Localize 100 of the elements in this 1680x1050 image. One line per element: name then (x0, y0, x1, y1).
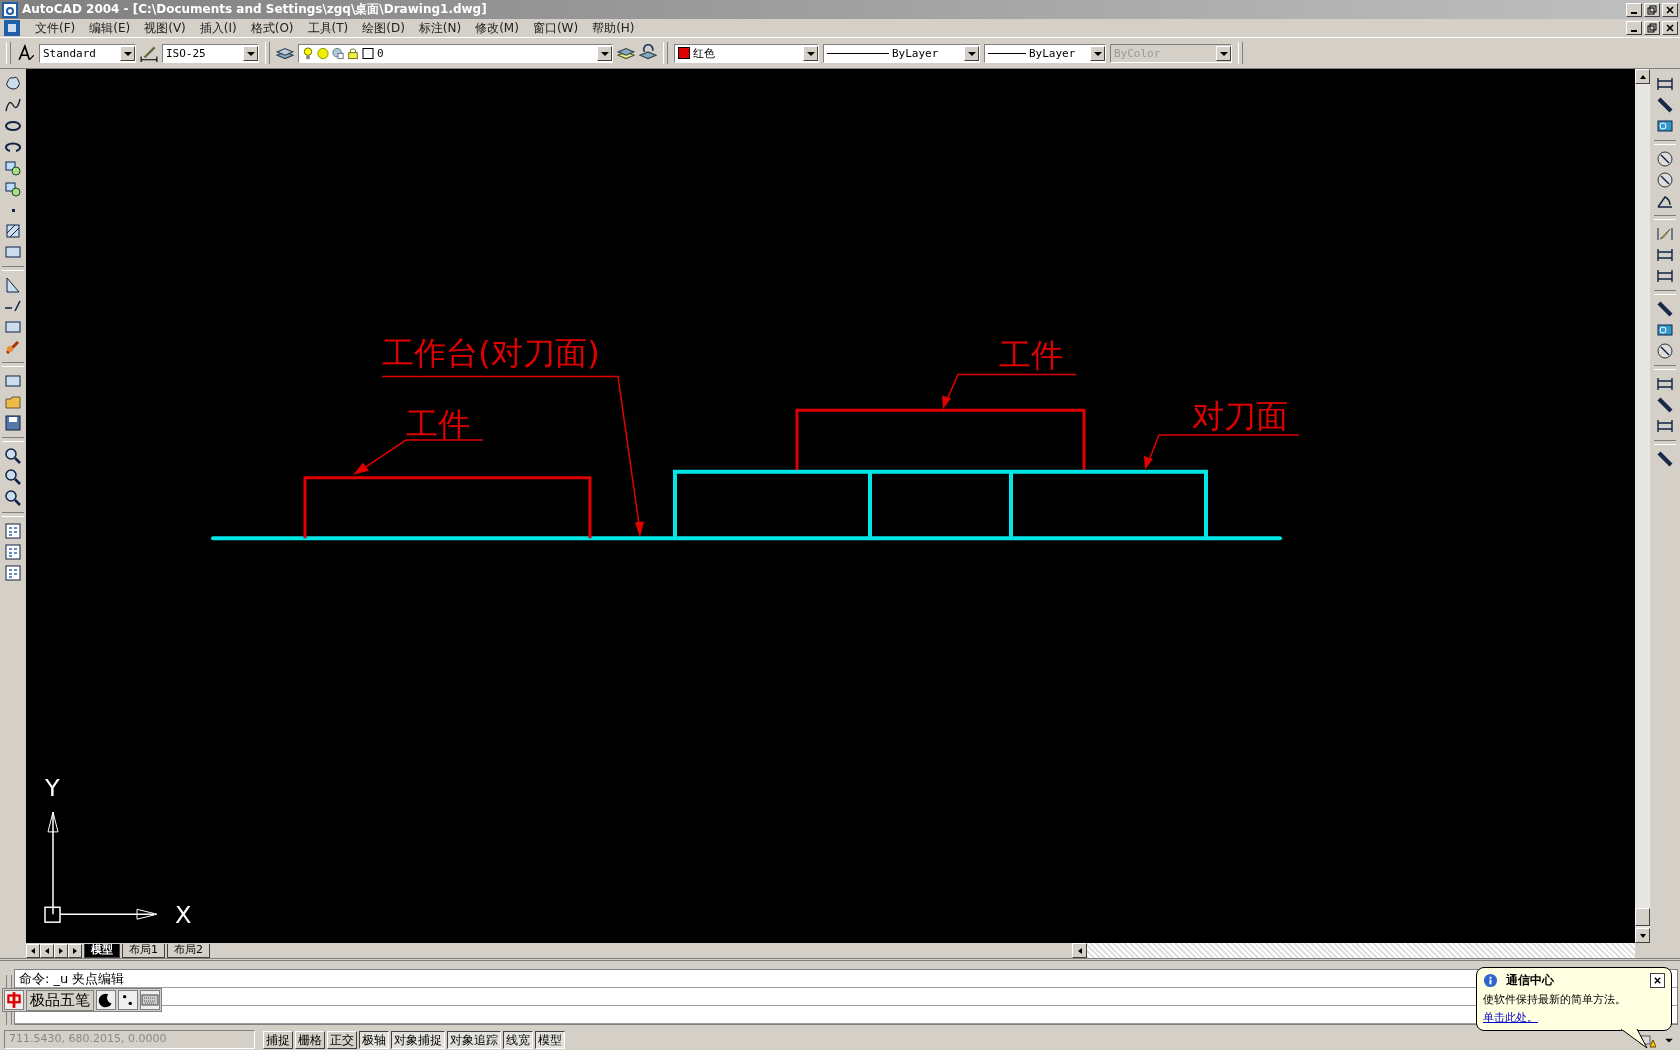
scroll-thumb[interactable] (1635, 908, 1650, 926)
minimize-icon (1631, 11, 1637, 14)
document-icon[interactable] (4, 20, 20, 36)
scroll-down-icon (1638, 931, 1647, 940)
restore-button[interactable] (1644, 2, 1660, 17)
axis-label: Y (45, 774, 60, 803)
dropdown-arrow-button[interactable] (597, 45, 612, 61)
linetype-dropdown[interactable]: ByLayer (823, 43, 980, 63)
status-toggle-button[interactable]: 极轴 (359, 1030, 389, 1049)
baseline-dimension-icon[interactable] (1656, 246, 1674, 264)
drawing-label: 工作台(对刀面) (382, 333, 600, 372)
status-toggle-button[interactable]: 模型 (535, 1030, 565, 1049)
close-icon (1665, 23, 1675, 33)
minimize-button[interactable] (1626, 2, 1642, 17)
tab-scroll-button[interactable] (26, 943, 40, 958)
menu-item[interactable]: 文件(F) (28, 19, 83, 37)
lineweight-dropdown[interactable]: ByLayer (984, 43, 1106, 63)
design-center-icon[interactable] (4, 543, 22, 561)
tab-scroll-button[interactable] (40, 943, 54, 958)
ucs-axes-icon (44, 811, 158, 923)
info-icon (1483, 973, 1498, 988)
layer-color-swatch-icon (362, 46, 374, 60)
restore-button[interactable] (1644, 21, 1660, 35)
notification-link[interactable]: 单击此处。 (1483, 1010, 1538, 1025)
status-toggle-button[interactable]: 正交 (327, 1030, 357, 1049)
command-line: 命令: _u 夹点编辑 (18, 970, 125, 987)
menu-item[interactable]: 绘图(D) (355, 19, 412, 37)
dropdown-arrow-button[interactable] (1090, 45, 1105, 61)
lightbulb-icon (302, 46, 314, 60)
restore-icon (1647, 23, 1657, 33)
new-file-icon[interactable] (4, 372, 22, 390)
menu-item[interactable]: 修改(M) (468, 19, 526, 37)
drawing-label: 工件 (406, 405, 471, 444)
dropdown-arrow-button[interactable] (803, 45, 818, 61)
continue-dimension-icon[interactable] (1656, 267, 1674, 285)
save-icon[interactable] (4, 414, 22, 432)
tab-scroll-button[interactable] (54, 943, 68, 958)
restore-icon (1647, 4, 1657, 15)
zoom-window-icon[interactable] (4, 468, 22, 486)
status-toggle-button[interactable]: 线宽 (503, 1030, 533, 1049)
vertical-scrollbar[interactable] (1635, 69, 1650, 943)
dimension-style-dropdown[interactable]: ISO-25 (162, 43, 259, 63)
tab-scroll-button[interactable] (68, 943, 82, 958)
sun-icon (317, 46, 329, 60)
dropdown-arrow-button[interactable] (243, 45, 258, 61)
notification-message: 使软件保持最新的简单方法。 (1483, 992, 1627, 1007)
dimension-update-icon[interactable] (1656, 417, 1674, 435)
layer-state-icon[interactable] (639, 44, 657, 62)
dimension-edit-icon[interactable] (1656, 375, 1674, 393)
menu-item[interactable]: 格式(O) (243, 19, 301, 37)
axis-label: X (175, 901, 192, 930)
linear-dimension-icon[interactable] (1656, 75, 1674, 93)
close-icon (1653, 976, 1662, 985)
drawing-label: 对刀面 (1192, 397, 1289, 436)
menu-item[interactable]: 视图(V) (137, 19, 193, 37)
make-block-icon[interactable] (4, 180, 22, 198)
menu-item[interactable]: 标注(N) (411, 19, 469, 37)
zoom-icon[interactable] (4, 447, 22, 465)
menu-item[interactable]: 窗口(W) (525, 19, 586, 37)
punctuation-icon[interactable] (118, 990, 138, 1010)
moon-icon[interactable] (96, 990, 116, 1010)
close-button[interactable] (1650, 973, 1665, 988)
freeze-icon (332, 46, 344, 60)
color-dropdown[interactable]: 红色 (674, 43, 819, 63)
minimize-button[interactable] (1626, 21, 1642, 35)
input-method-name[interactable]: 极品五笔 (26, 989, 94, 1011)
notification-title: 通信中心 (1506, 972, 1555, 989)
text-style-icon[interactable] (17, 44, 35, 62)
menu-item[interactable]: 帮助(H) (585, 19, 642, 37)
menu-item[interactable]: 插入(I) (192, 19, 244, 37)
text-style-dropdown[interactable]: Standard (39, 43, 136, 63)
menu-item[interactable]: 工具(T) (300, 19, 356, 37)
app-logo-icon (2, 1, 18, 18)
line-sample (988, 52, 1026, 54)
zoom-previous-icon[interactable] (4, 489, 22, 507)
drawing-canvas[interactable]: 工作台(对刀面) 工件 工件 对刀面 Y X (26, 69, 1635, 943)
insert-block-icon[interactable] (4, 159, 22, 177)
layer-dropdown[interactable]: 0 (298, 43, 613, 63)
status-toggle-button[interactable]: 对象捕捉 (391, 1030, 445, 1049)
horizontal-scrollbar[interactable] (1072, 943, 1635, 958)
layout-tab[interactable]: 模型 (84, 943, 120, 958)
status-toggle-button[interactable]: 捕捉 (263, 1030, 293, 1049)
chinese-input-icon[interactable] (4, 990, 24, 1010)
properties-icon[interactable] (4, 522, 22, 540)
dropdown-arrow-button[interactable] (964, 45, 979, 61)
revision-cloud-icon[interactable] (4, 75, 22, 93)
spline-icon[interactable] (4, 96, 22, 114)
close-icon (1665, 4, 1675, 15)
line-sample (827, 52, 889, 54)
layout-tab[interactable]: 布局1 (122, 943, 165, 958)
status-toggle-button[interactable]: 对象追踪 (447, 1030, 501, 1049)
tool-palette-icon[interactable] (4, 564, 22, 582)
dropdown-arrow-button[interactable] (120, 45, 135, 61)
layout-tab[interactable]: 布局2 (167, 943, 210, 958)
lock-icon (347, 46, 359, 60)
drawing-label: 工件 (999, 335, 1064, 374)
menu-item[interactable]: 编辑(E) (82, 19, 138, 37)
status-toggle-button[interactable]: 栅格 (295, 1030, 325, 1049)
hatch-icon[interactable] (4, 222, 22, 240)
paint-icon[interactable] (4, 339, 22, 357)
